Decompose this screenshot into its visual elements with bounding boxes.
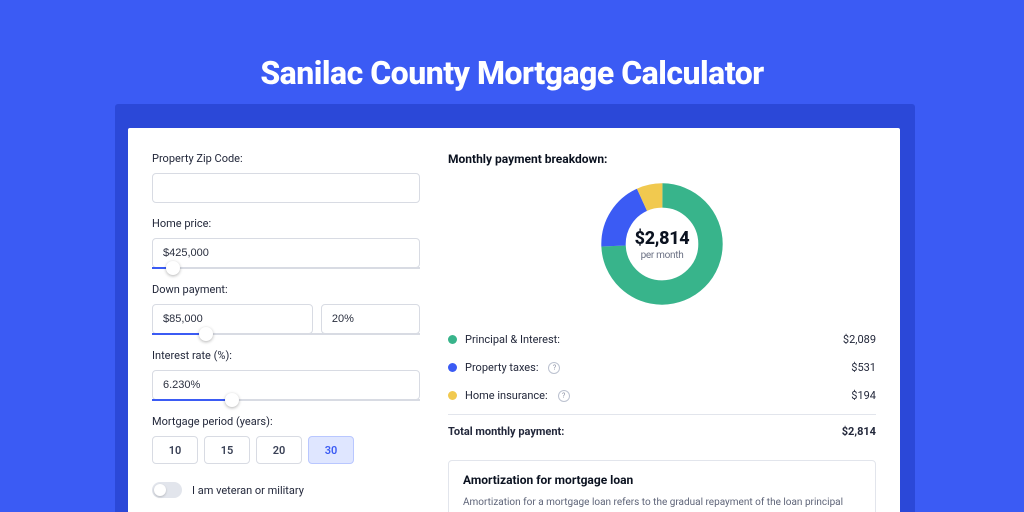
- period-options: 10152030: [152, 436, 420, 464]
- down-slider[interactable]: [152, 333, 420, 335]
- period-option-15[interactable]: 15: [204, 436, 250, 464]
- down-amount-input[interactable]: [152, 304, 313, 334]
- page-title: Sanilac County Mortgage Calculator: [0, 54, 1024, 92]
- calculator-panel: Property Zip Code: Home price: Down paym…: [128, 128, 900, 512]
- legend-value: $194: [851, 389, 876, 402]
- legend-swatch: [448, 335, 457, 344]
- rate-slider[interactable]: [152, 399, 420, 401]
- donut-chart: $2,814 per month: [598, 180, 726, 308]
- breakdown-title: Monthly payment breakdown:: [448, 152, 876, 166]
- amortization-card: Amortization for mortgage loan Amortizat…: [448, 460, 876, 512]
- legend-label: Home insurance:?: [448, 389, 570, 402]
- donut-wrap: $2,814 per month: [448, 174, 876, 318]
- period-option-10[interactable]: 10: [152, 436, 198, 464]
- down-slider-fill: [152, 333, 206, 335]
- label-veteran: I am veteran or military: [192, 484, 304, 497]
- stage: Sanilac County Mortgage Calculator Prope…: [0, 0, 1024, 512]
- legend-label: Principal & Interest:: [448, 333, 560, 346]
- rate-slider-thumb[interactable]: [225, 393, 239, 407]
- legend-text: Principal & Interest:: [465, 333, 560, 346]
- period-option-30[interactable]: 30: [308, 436, 354, 464]
- price-input[interactable]: [152, 238, 420, 268]
- rate-slider-fill: [152, 399, 232, 401]
- legend-total-row: Total monthly payment: $2,814: [448, 414, 876, 446]
- label-price: Home price:: [152, 217, 420, 230]
- field-down: Down payment:: [152, 283, 420, 335]
- help-icon[interactable]: ?: [548, 362, 560, 374]
- field-zip: Property Zip Code:: [152, 152, 420, 203]
- price-slider-thumb[interactable]: [166, 261, 180, 275]
- legend-text: Home insurance:: [465, 389, 548, 402]
- veteran-toggle[interactable]: [152, 482, 182, 498]
- legend-row: Property taxes:? $531: [448, 354, 876, 382]
- legend-swatch: [448, 391, 457, 400]
- label-rate: Interest rate (%):: [152, 349, 420, 362]
- rate-input[interactable]: [152, 370, 420, 400]
- label-zip: Property Zip Code:: [152, 152, 420, 165]
- field-period: Mortgage period (years): 10152030: [152, 415, 420, 464]
- legend-value: $2,089: [843, 333, 876, 346]
- legend-row: Home insurance:? $194: [448, 382, 876, 410]
- legend-total-value: $2,814: [842, 425, 876, 438]
- inputs-column: Property Zip Code: Home price: Down paym…: [128, 128, 434, 512]
- down-pct-input[interactable]: [321, 304, 420, 334]
- donut-value: $2,814: [635, 228, 690, 249]
- amortization-title: Amortization for mortgage loan: [463, 473, 861, 487]
- price-slider[interactable]: [152, 267, 420, 269]
- results-column: Monthly payment breakdown: $2,814 per mo…: [434, 128, 900, 512]
- legend-value: $531: [851, 361, 876, 374]
- field-veteran: I am veteran or military: [152, 482, 420, 498]
- legend-swatch: [448, 363, 457, 372]
- help-icon[interactable]: ?: [558, 390, 570, 402]
- amortization-text: Amortization for a mortgage loan refers …: [463, 495, 861, 512]
- period-option-20[interactable]: 20: [256, 436, 302, 464]
- down-slider-thumb[interactable]: [199, 327, 213, 341]
- field-price: Home price:: [152, 217, 420, 269]
- donut-center: $2,814 per month: [598, 180, 726, 308]
- label-period: Mortgage period (years):: [152, 415, 420, 428]
- legend-total-label: Total monthly payment:: [448, 425, 564, 438]
- legend-text: Property taxes:: [465, 361, 538, 374]
- legend-row: Principal & Interest: $2,089: [448, 326, 876, 354]
- zip-input[interactable]: [152, 173, 420, 203]
- label-down: Down payment:: [152, 283, 420, 296]
- veteran-toggle-knob: [154, 484, 166, 496]
- field-rate: Interest rate (%):: [152, 349, 420, 401]
- legend-label: Property taxes:?: [448, 361, 560, 374]
- donut-sub: per month: [641, 250, 684, 261]
- legend: Principal & Interest: $2,089 Property taxe…: [448, 326, 876, 446]
